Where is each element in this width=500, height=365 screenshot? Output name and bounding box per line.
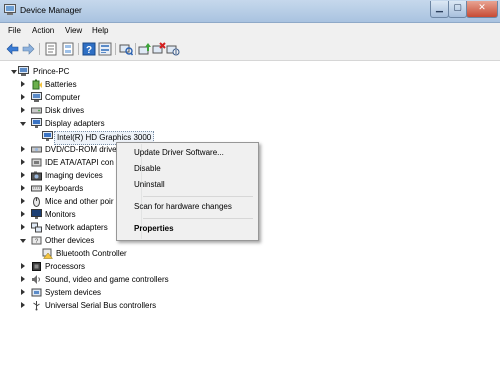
scan-icon[interactable] — [119, 42, 133, 56]
close-button[interactable]: ✕ — [466, 1, 498, 18]
tree-label: Universal Serial Bus controllers — [45, 301, 157, 310]
expand-icon[interactable] — [21, 172, 25, 178]
root-label: Prince-PC — [33, 67, 70, 76]
tree-item-usb-controllers[interactable]: Universal Serial Bus controllers — [20, 300, 220, 313]
menu-item-uninstall[interactable]: Uninstall — [134, 180, 165, 189]
expand-icon[interactable] — [21, 276, 25, 282]
tree-item-computer[interactable]: Computer — [20, 92, 220, 105]
menu-view[interactable]: View — [65, 26, 82, 35]
monitor-icon — [31, 209, 42, 219]
menu-separator — [143, 218, 253, 219]
properties-icon[interactable] — [44, 42, 58, 56]
menu-item-disable[interactable]: Disable — [134, 164, 161, 173]
toolbar: ? — [0, 39, 500, 61]
system-device-icon — [31, 288, 42, 297]
other-devices-icon: ? — [31, 236, 42, 245]
menu-bar: File Action View Help — [0, 23, 500, 39]
network-icon — [31, 222, 42, 233]
ide-controller-icon — [31, 158, 42, 167]
keyboard-icon — [31, 185, 42, 192]
usb-icon — [33, 301, 40, 311]
display-adapter-icon — [42, 131, 53, 141]
tree-item-sound[interactable]: Sound, video and game controllers — [20, 274, 220, 287]
expand-icon[interactable] — [21, 224, 25, 230]
expand-icon[interactable] — [21, 146, 25, 152]
expand-icon[interactable] — [21, 107, 25, 113]
speaker-icon — [32, 275, 40, 284]
expand-icon[interactable] — [21, 289, 25, 295]
tree-label: Batteries — [45, 80, 77, 89]
menu-action[interactable]: Action — [32, 26, 54, 35]
maximize-button[interactable]: ▢ — [448, 1, 467, 18]
tree-label: Other devices — [45, 236, 95, 245]
display-adapter-icon — [31, 118, 42, 128]
expand-icon[interactable] — [21, 94, 25, 100]
tree-root[interactable]: Prince-PC — [6, 66, 126, 79]
expand-icon[interactable] — [21, 302, 25, 308]
computer-icon — [31, 92, 42, 102]
camera-icon — [31, 171, 42, 181]
update-driver-icon[interactable] — [138, 42, 152, 56]
tree-item-system-devices[interactable]: System devices — [20, 287, 220, 300]
tree-item-disk-drives[interactable]: Disk drives — [20, 105, 220, 118]
tree-label: Sound, video and game controllers — [45, 275, 169, 284]
expand-icon[interactable] — [21, 211, 25, 217]
menu-item-scan[interactable]: Scan for hardware changes — [134, 202, 232, 211]
menu-separator — [143, 196, 253, 197]
tree-item-processors[interactable]: Processors — [20, 261, 220, 274]
warning-device-icon — [42, 248, 53, 259]
help-icon[interactable]: ? — [82, 42, 96, 56]
menu-help[interactable]: Help — [92, 26, 108, 35]
tree-item-display-adapters[interactable]: Display adapters — [20, 118, 220, 131]
tree-label: Bluetooth Controller — [56, 249, 127, 258]
tree-label: Imaging devices — [45, 171, 103, 180]
svg-text:?: ? — [86, 45, 92, 56]
processor-icon — [32, 262, 41, 271]
menu-item-update-driver[interactable]: Update Driver Software... — [134, 148, 224, 157]
expand-icon[interactable] — [21, 198, 25, 204]
tree-label: IDE ATA/ATAPI con — [45, 158, 114, 167]
tree-label: System devices — [45, 288, 102, 297]
forward-icon[interactable] — [21, 42, 35, 56]
collapse-icon[interactable] — [11, 70, 17, 74]
tree-label: Network adapters — [45, 223, 108, 232]
mouse-icon — [33, 197, 40, 207]
menu-item-properties[interactable]: Properties — [134, 224, 174, 233]
expand-icon[interactable] — [21, 185, 25, 191]
disable-icon[interactable] — [166, 42, 180, 56]
disk-drive-icon — [31, 107, 42, 114]
menu-file[interactable]: File — [8, 26, 21, 35]
tree-label: Disk drives — [45, 106, 85, 115]
expand-icon[interactable] — [21, 81, 25, 87]
tree-label: Monitors — [45, 210, 76, 219]
list-icon[interactable] — [61, 42, 75, 56]
dvd-drive-icon — [31, 146, 42, 153]
computer-icon — [18, 66, 29, 76]
context-menu: Update Driver Software... Disable Uninst… — [116, 142, 259, 241]
minimize-button[interactable]: ▁ — [430, 1, 449, 18]
battery-icon — [32, 79, 42, 90]
title-bar: Device Manager ▁ ▢ ✕ — [0, 0, 500, 23]
collapse-icon[interactable] — [20, 122, 26, 126]
tree-label: DVD/CD-ROM drive — [45, 145, 117, 154]
expand-icon[interactable] — [21, 159, 25, 165]
tree-label: Processors — [45, 262, 86, 271]
back-icon[interactable] — [6, 42, 20, 56]
uninstall-icon[interactable] — [152, 42, 166, 56]
device-manager-icon — [4, 4, 16, 15]
tree-label: Display adapters — [45, 119, 105, 128]
tree-label: Computer — [45, 93, 81, 102]
tree-item-batteries[interactable]: Batteries — [20, 79, 220, 92]
tree-item-bluetooth-controller[interactable]: Bluetooth Controller — [31, 248, 231, 261]
window-title: Device Manager — [20, 5, 82, 15]
expand-icon[interactable] — [21, 263, 25, 269]
tree-label: Keyboards — [45, 184, 84, 193]
tree-label: Mice and other poir — [45, 197, 114, 206]
details-icon[interactable] — [98, 42, 112, 56]
collapse-icon[interactable] — [20, 239, 26, 243]
